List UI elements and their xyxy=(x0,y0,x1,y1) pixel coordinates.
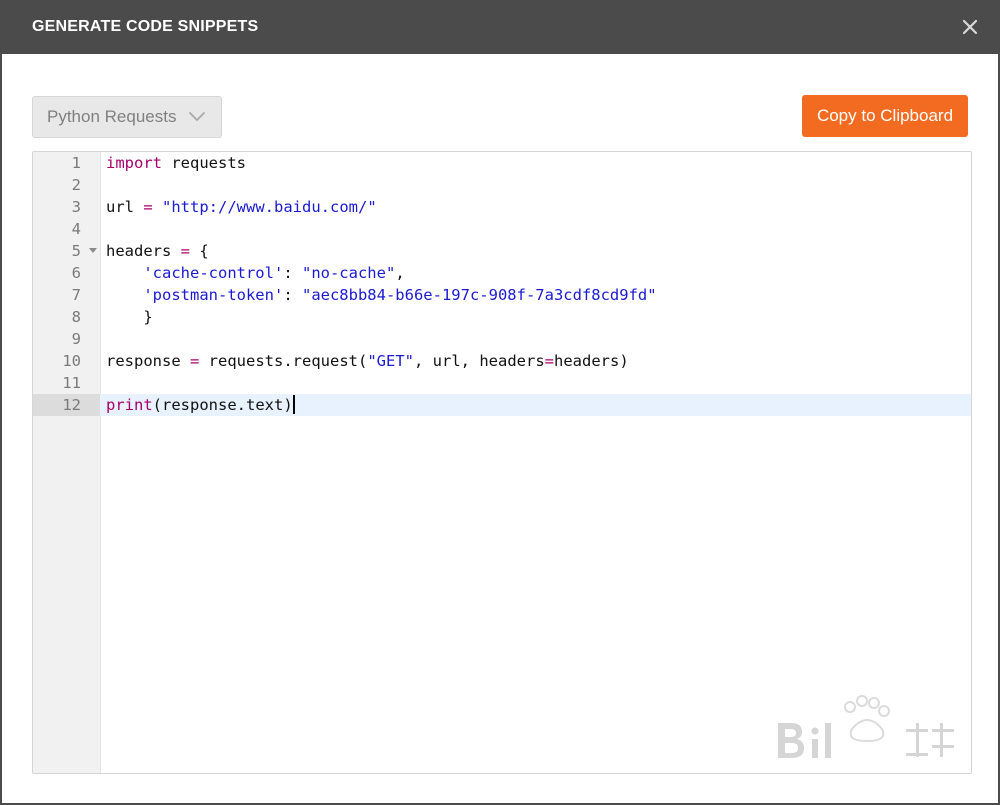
code-token: = xyxy=(544,352,554,370)
line-code: response = requests.request("GET", url, … xyxy=(106,350,629,372)
copy-to-clipboard-button[interactable]: Copy to Clipboard xyxy=(802,95,968,137)
line-code: } xyxy=(106,306,153,328)
line-code: import requests xyxy=(106,152,246,174)
code-token: { xyxy=(190,242,209,260)
line-number: 11 xyxy=(62,374,81,392)
line-number: 8 xyxy=(71,308,81,326)
line-number: 10 xyxy=(62,352,81,370)
code-line[interactable]: 8 } xyxy=(33,306,971,328)
code-line[interactable]: 2 xyxy=(33,174,971,196)
code-token: requests.request( xyxy=(199,352,368,370)
line-number: 1 xyxy=(71,154,81,172)
code-token: : xyxy=(283,286,302,304)
code-token: = xyxy=(180,242,190,260)
code-line[interactable]: 5 headers = { xyxy=(33,240,971,262)
code-line[interactable]: 9 xyxy=(33,328,971,350)
line-code: 'postman-token': "aec8bb84-b66e-197c-908… xyxy=(106,284,657,306)
code-token: 'cache-control' xyxy=(143,264,284,282)
code-token: = xyxy=(190,352,200,370)
code-line[interactable]: 12 print(response.text) xyxy=(33,394,971,416)
code-token: "aec8bb84-b66e-197c-908f-7a3cdf8cd9fd" xyxy=(301,286,657,304)
line-number: 7 xyxy=(71,286,81,304)
code-line[interactable]: 1 import requests xyxy=(33,152,971,174)
line-code: url = "http://www.baidu.com/" xyxy=(106,196,377,218)
code-token: headers xyxy=(106,242,181,260)
line-code: 'cache-control': "no-cache", xyxy=(106,262,405,284)
dialog-title: GENERATE CODE SNIPPETS xyxy=(32,18,259,35)
code-line[interactable]: 4 xyxy=(33,218,971,240)
text-cursor xyxy=(292,395,295,414)
code-token: } xyxy=(106,308,153,326)
code-line[interactable]: 3 url = "http://www.baidu.com/" xyxy=(33,196,971,218)
code-token: = xyxy=(143,198,153,216)
code-snippets-dialog: GENERATE CODE SNIPPETS Python Requests C… xyxy=(0,0,1000,805)
code-token: print xyxy=(106,396,153,414)
line-number: 4 xyxy=(71,220,81,238)
language-select-label: Python Requests xyxy=(47,107,177,126)
baidu-jingyan-watermark xyxy=(778,695,954,758)
code-line[interactable]: 7 'postman-token': "aec8bb84-b66e-197c-9… xyxy=(33,284,971,306)
code-token: 'postman-token' xyxy=(143,286,284,304)
code-token: url xyxy=(106,198,144,216)
line-code: headers = { xyxy=(106,240,209,262)
code-token: headers) xyxy=(554,352,629,370)
code-line[interactable]: 6 'cache-control': "no-cache", xyxy=(33,262,971,284)
code-token: "http://www.baidu.com/" xyxy=(162,198,377,216)
code-token: : xyxy=(283,264,302,282)
code-editor[interactable]: 1 import requests 2 3 url = "http://www.baid… xyxy=(32,151,972,774)
fold-toggle-icon[interactable] xyxy=(88,240,98,262)
line-number: 12 xyxy=(33,394,100,416)
code-lines: 1 import requests 2 3 url = "http://www.baid… xyxy=(33,152,971,416)
close-button[interactable] xyxy=(958,15,982,39)
code-token: requests xyxy=(162,154,246,172)
code-token: import xyxy=(106,154,162,172)
line-number: 9 xyxy=(71,330,81,348)
code-token: "no-cache" xyxy=(301,264,396,282)
code-token: , xyxy=(395,264,405,282)
code-line[interactable]: 11 xyxy=(33,372,971,394)
code-token: (response.text) xyxy=(152,396,293,414)
line-code: print(response.text) xyxy=(106,394,295,416)
code-line[interactable]: 10 response = requests.request("GET", url… xyxy=(33,350,971,372)
line-number: 6 xyxy=(71,264,81,282)
line-number: 2 xyxy=(71,176,81,194)
chevron-down-icon xyxy=(187,107,207,127)
code-token: , url, headers xyxy=(414,352,545,370)
dialog-titlebar: GENERATE CODE SNIPPETS xyxy=(2,0,998,54)
code-token: response xyxy=(106,352,190,370)
controls-row: Python Requests Copy to Clipboard xyxy=(32,95,968,138)
close-icon xyxy=(962,19,978,35)
line-number: 3 xyxy=(71,198,81,216)
language-select[interactable]: Python Requests xyxy=(32,96,222,138)
code-token: "GET" xyxy=(367,352,414,370)
